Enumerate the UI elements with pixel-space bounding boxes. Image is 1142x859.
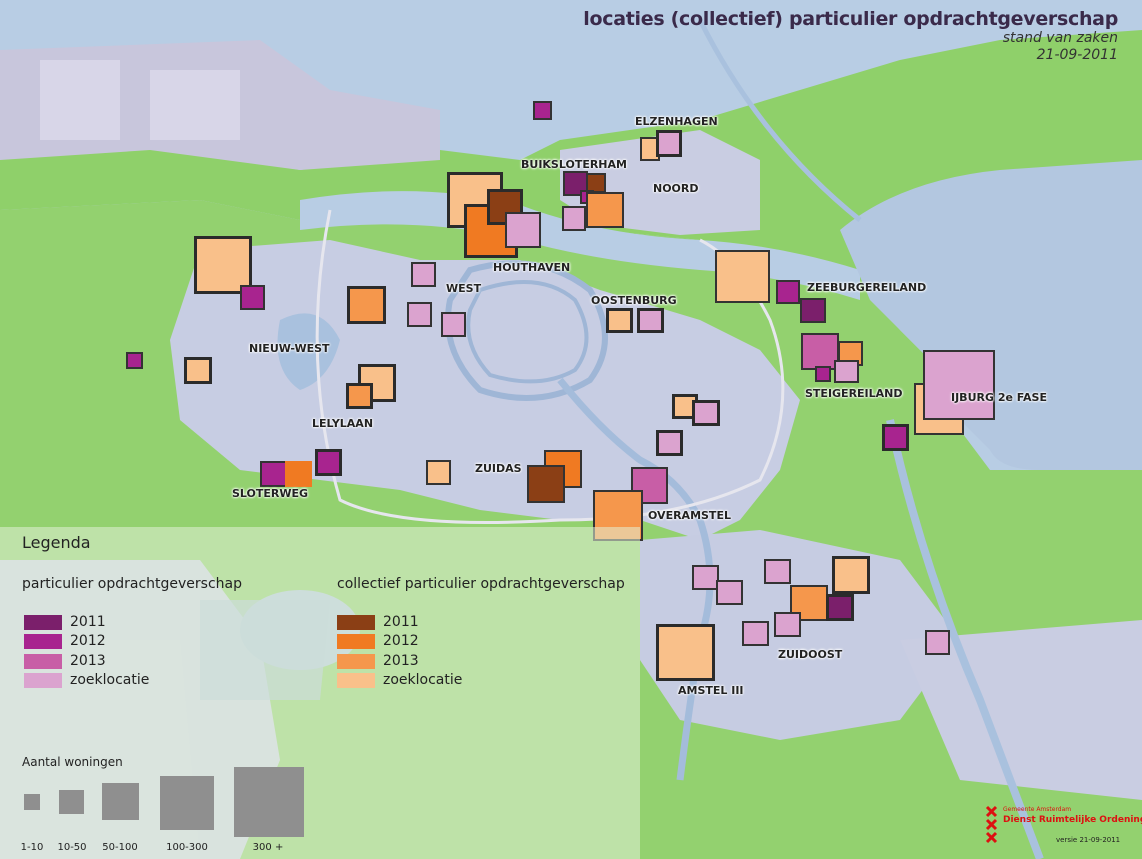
location-marker[interactable] bbox=[285, 461, 312, 487]
size-swatch bbox=[24, 794, 40, 810]
place-label-elzenhagen: ELZENHAGEN bbox=[635, 115, 718, 128]
legend-item-label: 2012 bbox=[70, 633, 106, 649]
place-label-oostenburg: OOSTENBURG bbox=[591, 294, 677, 307]
location-marker[interactable] bbox=[126, 352, 143, 369]
legend-swatch bbox=[24, 614, 62, 630]
location-marker[interactable] bbox=[656, 430, 683, 456]
place-label-buiksloterham: BUIKSLOTERHAM bbox=[521, 158, 627, 171]
location-marker[interactable] bbox=[527, 465, 565, 503]
legend-heading-collective: collectief particulier opdrachtgeverscha… bbox=[337, 576, 625, 592]
location-marker[interactable] bbox=[606, 308, 633, 333]
place-label-zuidoost: ZUIDOOST bbox=[778, 648, 843, 661]
size-label: 50-100 bbox=[102, 842, 138, 853]
legend-item: 2012 bbox=[337, 632, 419, 650]
legend-title: Legenda bbox=[22, 533, 91, 552]
size-swatch bbox=[59, 790, 84, 814]
location-marker[interactable] bbox=[925, 630, 950, 655]
location-marker[interactable] bbox=[637, 308, 664, 333]
place-label-zeeburgereiland: ZEEBURGEREILAND bbox=[807, 281, 927, 294]
legend-swatch bbox=[24, 653, 62, 669]
place-label-overamstel: OVERAMSTEL bbox=[648, 509, 731, 522]
place-label-noord: NOORD bbox=[653, 182, 699, 195]
size-label: 300 + bbox=[252, 842, 284, 853]
location-marker[interactable] bbox=[411, 262, 436, 287]
map-date: 21-09-2011 bbox=[1036, 47, 1118, 63]
location-marker[interactable] bbox=[764, 559, 791, 584]
location-marker[interactable] bbox=[692, 565, 719, 590]
legend-swatch bbox=[337, 614, 375, 630]
location-marker[interactable] bbox=[800, 298, 826, 323]
legend-item: zoeklocatie bbox=[337, 671, 462, 689]
location-marker[interactable] bbox=[426, 460, 451, 485]
location-marker[interactable] bbox=[656, 130, 682, 157]
size-swatch bbox=[160, 776, 214, 830]
location-marker[interactable] bbox=[834, 360, 859, 383]
location-marker[interactable] bbox=[774, 612, 801, 637]
legend-item: 2012 bbox=[24, 632, 106, 650]
place-label-west: WEST bbox=[446, 282, 482, 295]
location-marker[interactable] bbox=[815, 366, 831, 382]
logo-line-1: Gemeente Amsterdam bbox=[1003, 806, 1072, 813]
legend-item: 2011 bbox=[337, 613, 419, 631]
legend-swatch bbox=[24, 672, 62, 688]
map-canvas[interactable]: locaties (collectief) particulier opdrac… bbox=[0, 0, 1142, 859]
location-marker[interactable] bbox=[184, 357, 212, 384]
location-marker[interactable] bbox=[240, 285, 265, 310]
location-marker[interactable] bbox=[586, 192, 624, 228]
place-label-zuidas: ZUIDAS bbox=[475, 462, 522, 475]
title-block: locaties (collectief) particulier opdrac… bbox=[583, 8, 1118, 64]
location-marker[interactable] bbox=[882, 424, 909, 451]
legend-item-label: zoeklocatie bbox=[70, 672, 150, 688]
location-marker[interactable] bbox=[923, 350, 995, 420]
location-marker[interactable] bbox=[562, 206, 586, 231]
place-label-houthaven: HOUTHAVEN bbox=[493, 261, 571, 274]
map-title: locaties (collectief) particulier opdrac… bbox=[583, 8, 1118, 30]
location-marker[interactable] bbox=[441, 312, 466, 337]
location-marker[interactable] bbox=[347, 286, 386, 324]
location-marker[interactable] bbox=[692, 400, 720, 426]
location-marker[interactable] bbox=[716, 580, 743, 605]
legend-item-label: 2011 bbox=[70, 614, 106, 630]
legend-heading-individual: particulier opdrachtgeverschap bbox=[22, 576, 242, 592]
legend-swatch bbox=[24, 633, 62, 649]
location-marker[interactable] bbox=[656, 624, 715, 681]
location-marker[interactable] bbox=[505, 212, 541, 248]
legend-swatch bbox=[337, 633, 375, 649]
legend-item-label: 2012 bbox=[383, 633, 419, 649]
legend-item: 2011 bbox=[24, 613, 106, 631]
amsterdam-xxx-logo bbox=[985, 805, 998, 844]
legend-item-label: 2013 bbox=[70, 653, 106, 669]
legend-item: 2013 bbox=[337, 652, 419, 670]
location-marker[interactable] bbox=[533, 101, 552, 120]
legend-item-label: 2013 bbox=[383, 653, 419, 669]
location-marker[interactable] bbox=[315, 449, 342, 476]
legend-item-label: 2011 bbox=[383, 614, 419, 630]
location-marker[interactable] bbox=[715, 250, 770, 303]
location-marker[interactable] bbox=[826, 594, 854, 621]
location-marker[interactable] bbox=[832, 556, 870, 594]
legend-swatch bbox=[337, 672, 375, 688]
location-marker[interactable] bbox=[407, 302, 432, 327]
place-label-amstel3: AMSTEL III bbox=[678, 684, 744, 697]
size-swatch bbox=[102, 783, 139, 820]
size-legend-title: Aantal woningen bbox=[22, 755, 123, 769]
legend-item-label: zoeklocatie bbox=[383, 672, 463, 688]
place-label-nieuw-west: NIEUW-WEST bbox=[249, 342, 330, 355]
size-swatch bbox=[234, 767, 304, 837]
size-label: 100-300 bbox=[166, 842, 208, 853]
place-label-ijburg: IJBURG 2e FASE bbox=[951, 391, 1047, 404]
legend-item: zoeklocatie bbox=[24, 671, 149, 689]
place-label-lelylaan: LELYLAAN bbox=[312, 417, 374, 430]
legend-swatch bbox=[337, 653, 375, 669]
location-marker[interactable] bbox=[742, 621, 769, 646]
location-marker[interactable] bbox=[346, 383, 373, 409]
legend-item: 2013 bbox=[24, 652, 106, 670]
place-label-sloterweg: SLOTERWEG bbox=[232, 487, 309, 500]
location-marker[interactable] bbox=[776, 280, 800, 304]
logo-line-2: Dienst Ruimtelijke Ordening bbox=[1003, 815, 1142, 825]
map-subtitle: stand van zaken bbox=[1002, 30, 1118, 46]
location-marker[interactable] bbox=[260, 461, 287, 487]
version-text: versie 21-09-2011 bbox=[1056, 836, 1121, 844]
place-label-steigereiland: STEIGEREILAND bbox=[805, 387, 903, 400]
